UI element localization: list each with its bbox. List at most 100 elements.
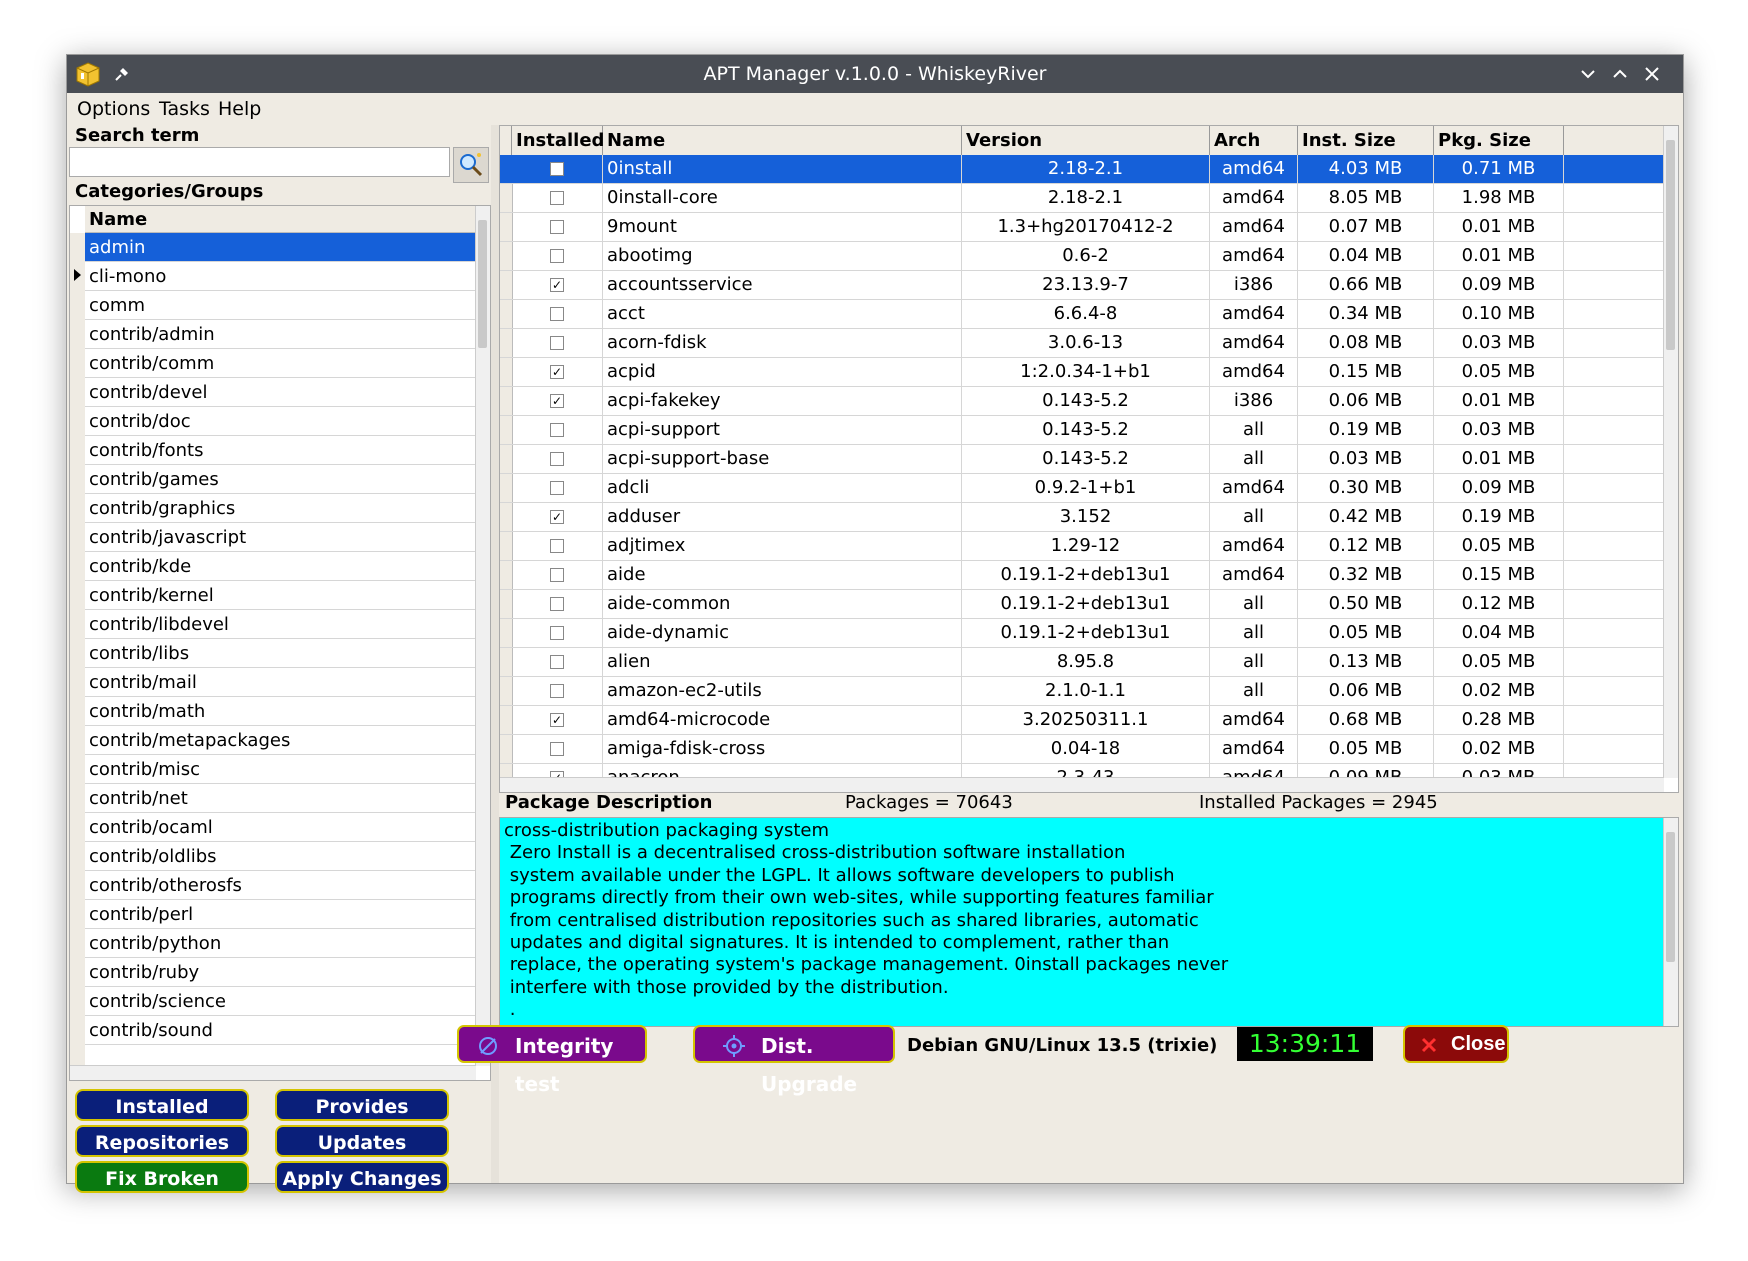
package-row[interactable]: 0install-core 2.18-2.1 amd64 8.05 MB 1.98 MB: [500, 184, 1664, 213]
scroll-thumb[interactable]: [1666, 832, 1675, 962]
installed-checkbox[interactable]: [550, 307, 564, 321]
installed-checkbox[interactable]: ✓: [550, 365, 564, 379]
package-row[interactable]: alien 8.95.8 all 0.13 MB 0.05 MB: [500, 648, 1664, 677]
scroll-thumb[interactable]: [1666, 140, 1675, 350]
category-row[interactable]: contrib/math: [85, 697, 475, 726]
search-input[interactable]: [69, 147, 450, 177]
installed-checkbox[interactable]: ✓: [550, 713, 564, 727]
installed-checkbox-cell[interactable]: [512, 648, 603, 676]
repositories-button[interactable]: Repositories: [75, 1125, 249, 1157]
header-installed[interactable]: Installed: [512, 126, 604, 155]
installed-checkbox[interactable]: ✓: [550, 510, 564, 524]
close-button[interactable]: Close: [1403, 1025, 1509, 1063]
category-row[interactable]: contrib/games: [85, 465, 475, 494]
installed-checkbox-cell[interactable]: [512, 184, 603, 212]
category-row[interactable]: contrib/net: [85, 784, 475, 813]
fix-broken-button[interactable]: Fix Broken: [75, 1161, 249, 1193]
installed-checkbox-cell[interactable]: ✓: [512, 358, 603, 386]
installed-checkbox-cell[interactable]: [512, 590, 603, 618]
category-row[interactable]: contrib/python: [85, 929, 475, 958]
installed-checkbox-cell[interactable]: [512, 532, 603, 560]
header-arch[interactable]: Arch: [1210, 126, 1298, 155]
categories-vertical-scrollbar[interactable]: [475, 206, 490, 1066]
description-vertical-scrollbar[interactable]: [1663, 818, 1678, 1026]
installed-checkbox-cell[interactable]: [512, 213, 603, 241]
installed-checkbox-cell[interactable]: [512, 416, 603, 444]
dist-upgrade-button[interactable]: Dist. Upgrade: [693, 1025, 895, 1096]
category-row[interactable]: contrib/libs: [85, 639, 475, 668]
category-row[interactable]: contrib/kernel: [85, 581, 475, 610]
category-row[interactable]: contrib/ruby: [85, 958, 475, 987]
installed-checkbox[interactable]: [550, 539, 564, 553]
header-inst-size[interactable]: Inst. Size: [1298, 126, 1434, 155]
category-row[interactable]: contrib/mail: [85, 668, 475, 697]
installed-checkbox-cell[interactable]: [512, 329, 603, 357]
installed-checkbox[interactable]: [550, 220, 564, 234]
installed-checkbox-cell[interactable]: [512, 677, 603, 705]
updates-button[interactable]: Updates: [275, 1125, 449, 1157]
provides-button[interactable]: Provides: [275, 1089, 449, 1121]
installed-checkbox[interactable]: [550, 655, 564, 669]
installed-checkbox[interactable]: ✓: [550, 278, 564, 292]
category-row[interactable]: contrib/admin: [85, 320, 475, 349]
menu-options[interactable]: Options: [77, 93, 150, 125]
installed-checkbox[interactable]: [550, 191, 564, 205]
package-row[interactable]: ✓ adduser 3.152 all 0.42 MB 0.19 MB: [500, 503, 1664, 532]
package-description[interactable]: cross-distribution packaging system Zero…: [499, 817, 1679, 1027]
installed-checkbox-cell[interactable]: [512, 619, 603, 647]
installed-checkbox-cell[interactable]: [512, 474, 603, 502]
package-row[interactable]: acpi-support 0.143-5.2 all 0.19 MB 0.03 MB: [500, 416, 1664, 445]
category-row[interactable]: contrib/science: [85, 987, 475, 1016]
package-row[interactable]: aide-common 0.19.1-2+deb13u1 all 0.50 MB 0.1…: [500, 590, 1664, 619]
installed-checkbox[interactable]: [550, 452, 564, 466]
installed-checkbox-cell[interactable]: [512, 445, 603, 473]
installed-checkbox-cell[interactable]: ✓: [512, 503, 603, 531]
close-icon[interactable]: [1641, 63, 1663, 85]
category-row[interactable]: contrib/javascript: [85, 523, 475, 552]
package-row[interactable]: aide-dynamic 0.19.1-2+deb13u1 all 0.05 MB 0.…: [500, 619, 1664, 648]
scroll-thumb[interactable]: [478, 220, 487, 348]
installed-checkbox-cell[interactable]: ✓: [512, 387, 603, 415]
package-row[interactable]: amiga-fdisk-cross 0.04-18 amd64 0.05 MB 0.02…: [500, 735, 1664, 764]
installed-checkbox-cell[interactable]: [512, 300, 603, 328]
package-row[interactable]: amazon-ec2-utils 2.1.0-1.1 all 0.06 MB 0.02 …: [500, 677, 1664, 706]
installed-button[interactable]: Installed: [75, 1089, 249, 1121]
category-row[interactable]: comm: [85, 291, 475, 320]
category-row[interactable]: contrib/comm: [85, 349, 475, 378]
minimize-icon[interactable]: [1577, 63, 1599, 85]
header-version[interactable]: Version: [962, 126, 1210, 155]
category-row[interactable]: contrib/sound: [85, 1016, 475, 1045]
package-row[interactable]: ✓ amd64-microcode 3.20250311.1 amd64 0.68 MB…: [500, 706, 1664, 735]
category-row[interactable]: contrib/doc: [85, 407, 475, 436]
menu-tasks[interactable]: Tasks: [159, 93, 210, 125]
installed-checkbox-cell[interactable]: [512, 735, 603, 763]
installed-checkbox[interactable]: [550, 626, 564, 640]
package-row[interactable]: acorn-fdisk 3.0.6-13 amd64 0.08 MB 0.03 MB: [500, 329, 1664, 358]
package-row[interactable]: 0install 2.18-2.1 amd64 4.03 MB 0.71 MB: [500, 155, 1664, 184]
menu-help[interactable]: Help: [218, 93, 261, 125]
installed-checkbox[interactable]: [550, 423, 564, 437]
category-row[interactable]: cli-mono: [85, 262, 475, 291]
categories-column-header[interactable]: Name: [85, 206, 475, 233]
package-row[interactable]: acpi-support-base 0.143-5.2 all 0.03 MB 0.01…: [500, 445, 1664, 474]
installed-checkbox-cell[interactable]: [512, 242, 603, 270]
package-row[interactable]: ✓ acpid 1:2.0.34-1+b1 amd64 0.15 MB 0.05 MB: [500, 358, 1664, 387]
installed-checkbox[interactable]: [550, 742, 564, 756]
category-row[interactable]: contrib/graphics: [85, 494, 475, 523]
package-row[interactable]: adjtimex 1.29-12 amd64 0.12 MB 0.05 MB: [500, 532, 1664, 561]
integrity-test-button[interactable]: Integrity test: [457, 1025, 647, 1096]
package-row[interactable]: ✓ accountsservice 23.13.9-7 i386 0.66 MB 0.09…: [500, 271, 1664, 300]
installed-checkbox-cell[interactable]: ✓: [512, 271, 603, 299]
package-row[interactable]: 9mount 1.3+hg20170412-2 amd64 0.07 MB 0.01 M…: [500, 213, 1664, 242]
category-row[interactable]: contrib/ocaml: [85, 813, 475, 842]
package-row[interactable]: ✓ acpi-fakekey 0.143-5.2 i386 0.06 MB 0.01 MB: [500, 387, 1664, 416]
category-row[interactable]: contrib/oldlibs: [85, 842, 475, 871]
installed-checkbox[interactable]: ✓: [550, 394, 564, 408]
installed-checkbox[interactable]: [550, 249, 564, 263]
installed-checkbox[interactable]: [550, 568, 564, 582]
package-row[interactable]: aide 0.19.1-2+deb13u1 amd64 0.32 MB 0.15 MB: [500, 561, 1664, 590]
installed-checkbox-cell[interactable]: ✓: [512, 706, 603, 734]
categories-horizontal-scrollbar[interactable]: [70, 1065, 476, 1080]
installed-checkbox[interactable]: [550, 336, 564, 350]
search-button[interactable]: [453, 147, 489, 183]
